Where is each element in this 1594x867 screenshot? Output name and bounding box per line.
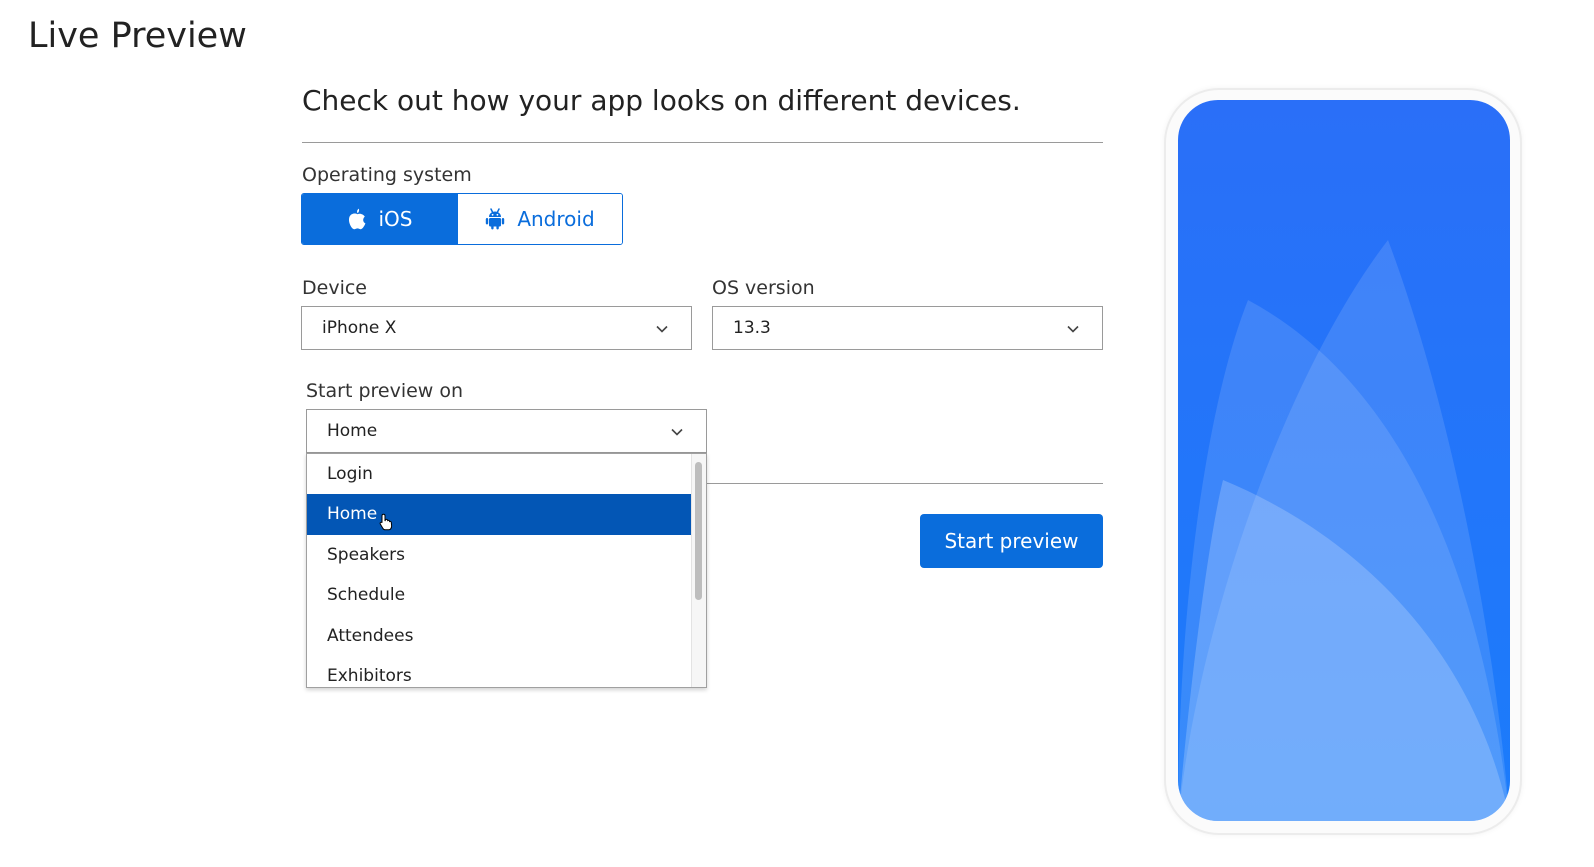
os-version-select[interactable]: 13.3 [712, 306, 1103, 350]
start-preview-button[interactable]: Start preview [920, 514, 1103, 568]
dropdown-scrollbar-thumb[interactable] [695, 462, 702, 600]
start-preview-on-label: Start preview on [306, 380, 464, 402]
hand-cursor-icon [379, 514, 393, 531]
os-toggle-group: iOS Android [301, 193, 623, 245]
chevron-down-icon [671, 428, 683, 436]
dropdown-option-home[interactable]: Home [307, 494, 692, 535]
os-option-android-label: Android [517, 207, 595, 231]
os-option-ios[interactable]: iOS [302, 194, 458, 244]
dropdown-option-login[interactable]: Login [307, 454, 692, 494]
os-label: Operating system [302, 164, 472, 186]
device-label: Device [302, 277, 367, 299]
device-select[interactable]: iPhone X [301, 306, 692, 350]
start-preview-on-dropdown: Login Home Speakers Schedule Attendees E… [306, 453, 707, 688]
form-divider [706, 483, 1103, 484]
os-option-android[interactable]: Android [458, 194, 622, 244]
os-version-label: OS version [712, 277, 815, 299]
android-icon [485, 208, 505, 230]
chevron-down-icon [1067, 325, 1079, 333]
section-divider [302, 142, 1103, 143]
device-select-value: iPhone X [322, 318, 397, 338]
apple-icon [348, 208, 367, 230]
dropdown-scrollbar[interactable] [691, 454, 706, 687]
chevron-down-icon [656, 325, 668, 333]
start-preview-on-select-value: Home [327, 421, 378, 441]
page-title: Live Preview [28, 16, 247, 56]
os-version-select-value: 13.3 [733, 318, 771, 338]
page-subtitle: Check out how your app looks on differen… [302, 84, 1021, 117]
phone-preview-frame [1164, 88, 1522, 835]
dropdown-option-exhibitors[interactable]: Exhibitors [307, 656, 692, 687]
start-preview-on-select[interactable]: Home [306, 409, 707, 453]
os-option-ios-label: iOS [378, 207, 413, 231]
dropdown-option-home-label: Home [327, 504, 378, 525]
dropdown-option-speakers[interactable]: Speakers [307, 535, 692, 575]
phone-preview-screen [1178, 100, 1510, 821]
dropdown-option-schedule[interactable]: Schedule [307, 575, 692, 615]
dropdown-option-attendees[interactable]: Attendees [307, 616, 692, 656]
